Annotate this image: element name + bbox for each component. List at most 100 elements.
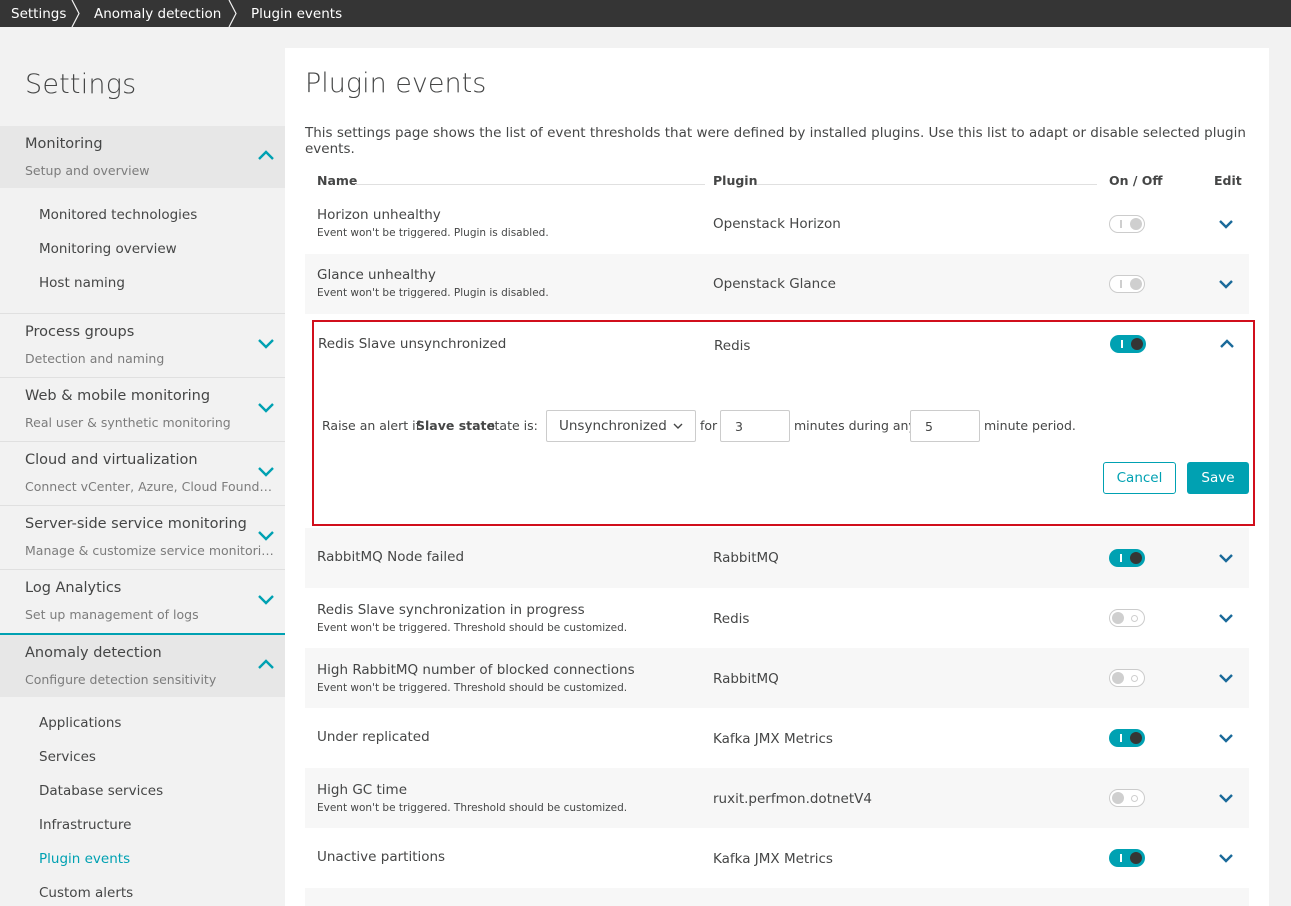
breadcrumb-label: Anomaly detection	[94, 5, 222, 22]
column-header-edit: Edit	[1214, 173, 1242, 188]
event-toggle[interactable]	[1109, 549, 1145, 567]
section-title: Process groups	[25, 324, 135, 340]
table-row: High GC time Event won't be triggered. T…	[305, 768, 1249, 828]
sidebar-section-process-groups[interactable]: Process groups Detection and naming	[0, 313, 285, 375]
event-toggle[interactable]	[1109, 609, 1145, 627]
table-row	[305, 888, 1249, 906]
plugin-name: ruxit.perfmon.dotnetV4	[713, 791, 872, 807]
event-name: RabbitMQ Node failed	[317, 549, 465, 565]
table-row: Unactive partitions Kafka JMX Metrics	[305, 828, 1249, 888]
chevron-down-icon[interactable]	[1218, 278, 1234, 290]
plugin-name: Kafka JMX Metrics	[713, 851, 833, 867]
section-title: Log Analytics	[25, 580, 122, 596]
form-middle: state is:	[488, 418, 538, 433]
sidebar-item-plugin-events[interactable]: Plugin events	[39, 851, 130, 867]
state-select-value: Unsynchronized	[559, 418, 667, 434]
event-toggle[interactable]	[1109, 849, 1145, 867]
chevron-down-icon[interactable]	[1218, 552, 1234, 564]
sidebar-item-services[interactable]: Services	[39, 749, 96, 765]
chevron-down-icon[interactable]	[1218, 672, 1234, 684]
chevron-down-icon	[258, 467, 274, 477]
event-note: Event won't be triggered. Plugin is disa…	[317, 287, 549, 299]
breadcrumb: Settings Anomaly detection Plugin events	[0, 0, 1291, 27]
event-name: Unactive partitions	[317, 849, 446, 865]
event-name: High GC time	[317, 782, 407, 798]
period-input[interactable]: 5	[910, 410, 980, 442]
sidebar-section-web-mobile-monitoring[interactable]: Web & mobile monitoring Real user & synt…	[0, 377, 285, 439]
sidebar-item-infrastructure[interactable]: Infrastructure	[39, 817, 131, 833]
plugin-name: Redis	[713, 611, 750, 627]
form-metric: Slave state	[416, 418, 496, 433]
event-toggle[interactable]	[1109, 669, 1145, 687]
sidebar-item-custom-alerts[interactable]: Custom alerts	[39, 885, 133, 901]
table-row: RabbitMQ Node failed RabbitMQ	[305, 528, 1249, 588]
plugin-name: RabbitMQ	[713, 550, 779, 566]
table-row: Redis Slave synchronization in progress …	[305, 588, 1249, 648]
chevron-up-icon	[258, 659, 274, 669]
sidebar-section-log-analytics[interactable]: Log Analytics Set up management of logs	[0, 569, 285, 631]
save-button[interactable]: Save	[1187, 462, 1249, 494]
chevron-up-icon[interactable]	[1219, 338, 1235, 350]
chevron-down-icon	[673, 423, 683, 429]
event-note: Event won't be triggered. Plugin is disa…	[317, 227, 549, 239]
section-title: Web & mobile monitoring	[25, 388, 211, 404]
plugin-name: Kafka JMX Metrics	[713, 731, 833, 747]
chevron-down-icon[interactable]	[1218, 852, 1234, 864]
plugin-name: RabbitMQ	[713, 671, 779, 687]
event-note: Event won't be triggered. Threshold shou…	[317, 622, 628, 634]
sidebar-section-anomaly-detection[interactable]: Anomaly detection Configure detection se…	[0, 635, 285, 697]
table-row: Horizon unhealthy Event won't be trigger…	[305, 194, 1249, 254]
event-toggle[interactable]	[1109, 275, 1145, 293]
minutes-input[interactable]: 3	[720, 410, 790, 442]
page-title: Plugin events	[305, 68, 487, 99]
chevron-down-icon	[258, 531, 274, 541]
column-header-plugin: Plugin	[713, 173, 758, 188]
sidebar-item-monitored-technologies[interactable]: Monitored technologies	[39, 207, 197, 223]
form-during-label: minutes during any	[794, 418, 916, 433]
section-subtitle: Manage & customize service monitoring	[25, 543, 275, 558]
form-suffix: minute period.	[984, 418, 1076, 433]
event-toggle[interactable]	[1110, 335, 1146, 353]
chevron-up-icon	[258, 150, 274, 160]
section-subtitle: Configure detection sensitivity	[25, 672, 217, 687]
plugin-name: Openstack Horizon	[713, 216, 841, 232]
chevron-down-icon[interactable]	[1218, 218, 1234, 230]
section-title: Anomaly detection	[25, 645, 162, 661]
event-note: Event won't be triggered. Threshold shou…	[317, 682, 628, 694]
breadcrumb-item-settings[interactable]: Settings	[0, 0, 80, 27]
sidebar-item-host-naming[interactable]: Host naming	[39, 275, 125, 291]
chevron-down-icon[interactable]	[1218, 792, 1234, 804]
chevron-down-icon	[258, 595, 274, 605]
sidebar-section-server-side-service-monitoring[interactable]: Server-side service monitoring Manage & …	[0, 505, 285, 567]
sidebar-item-applications[interactable]: Applications	[39, 715, 121, 731]
cancel-button[interactable]: Cancel	[1103, 462, 1176, 494]
sidebar-item-monitoring-overview[interactable]: Monitoring overview	[39, 241, 177, 257]
breadcrumb-item-anomaly-detection[interactable]: Anomaly detection	[79, 0, 237, 27]
column-header-on-off: On / Off	[1109, 173, 1163, 188]
event-toggle[interactable]	[1109, 215, 1145, 233]
header-divider	[757, 184, 1097, 185]
section-subtitle: Real user & synthetic monitoring	[25, 415, 231, 430]
event-name: Redis Slave synchronization in progress	[317, 602, 585, 618]
breadcrumb-label: Plugin events	[251, 5, 343, 22]
breadcrumb-item-plugin-events: Plugin events	[236, 0, 342, 27]
table-row: High RabbitMQ number of blocked connecti…	[305, 648, 1249, 708]
section-subtitle: Connect vCenter, Azure, Cloud Foundry o.…	[25, 479, 275, 494]
sidebar-title: Settings	[25, 69, 137, 100]
header-divider	[355, 184, 705, 185]
sidebar: Settings Monitoring Setup and overview M…	[0, 27, 285, 906]
event-note: Event won't be triggered. Threshold shou…	[317, 802, 628, 814]
state-select[interactable]: Unsynchronized	[546, 410, 696, 442]
sidebar-section-monitoring[interactable]: Monitoring Setup and overview	[0, 126, 285, 188]
form-prefix: Raise an alert if	[322, 418, 420, 433]
sidebar-item-database-services[interactable]: Database services	[39, 783, 163, 799]
table-row: Glance unhealthy Event won't be triggere…	[305, 254, 1249, 314]
event-toggle[interactable]	[1109, 729, 1145, 747]
table-row: Under replicated Kafka JMX Metrics	[305, 708, 1249, 768]
event-toggle[interactable]	[1109, 789, 1145, 807]
chevron-down-icon[interactable]	[1218, 732, 1234, 744]
sidebar-section-cloud-virtualization[interactable]: Cloud and virtualization Connect vCenter…	[0, 441, 285, 503]
chevron-down-icon[interactable]	[1218, 612, 1234, 624]
event-name: High RabbitMQ number of blocked connecti…	[317, 662, 635, 678]
page-description: This settings page shows the list of eve…	[305, 125, 1246, 157]
